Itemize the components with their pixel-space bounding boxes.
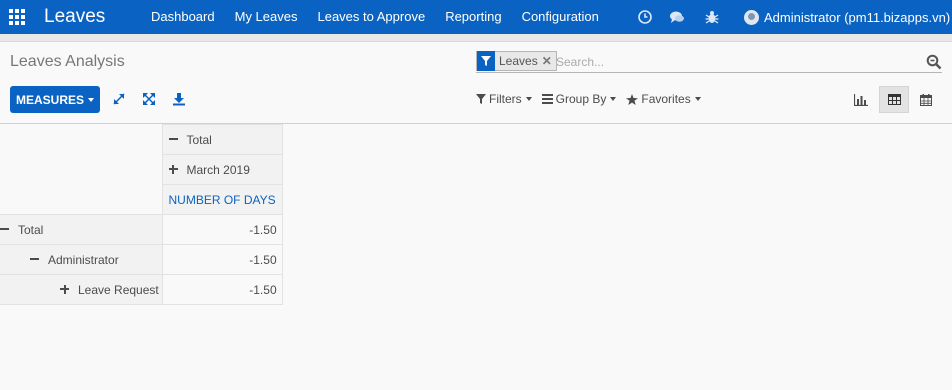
bug-icon[interactable]: [704, 9, 720, 25]
navbar-shadow: [0, 34, 952, 42]
chat-icon[interactable]: [669, 9, 685, 25]
download-icon[interactable]: [172, 92, 186, 106]
expand-all-icon[interactable]: [142, 92, 156, 106]
facet-remove-icon[interactable]: ✕: [542, 54, 556, 68]
col-header-total-label: Total: [186, 132, 212, 147]
list-icon: [541, 94, 553, 104]
caret-down-icon: [525, 97, 532, 101]
table-row: Leave Request -1.50: [0, 274, 283, 305]
expand-icon: [60, 284, 69, 294]
filters-label: Filters: [489, 92, 522, 106]
groupby-dropdown[interactable]: Group By: [541, 92, 617, 106]
expand-icon: [168, 164, 178, 174]
menu-my-leaves[interactable]: My Leaves: [225, 0, 308, 34]
menu-configuration[interactable]: Configuration: [512, 0, 609, 34]
col-header-total[interactable]: Total: [161, 124, 283, 155]
search-facet[interactable]: Leaves ✕: [476, 51, 557, 71]
avatar: [744, 9, 759, 25]
measure-header[interactable]: NUMBER OF DAYS: [161, 184, 283, 215]
user-menu[interactable]: Administrator (pm11.bizapps.vn): [744, 0, 950, 34]
main-menu: Dashboard My Leaves Leaves to Approve Re…: [141, 0, 609, 34]
facet-label: Leaves: [499, 54, 538, 68]
calendar-view-button[interactable]: [911, 86, 941, 113]
collapse-icon: [168, 135, 178, 144]
search-input[interactable]: [556, 53, 916, 71]
app-brand[interactable]: Leaves: [44, 6, 105, 28]
measures-dropdown-button[interactable]: MEASURES: [10, 86, 100, 113]
filter-icon: [476, 94, 486, 104]
col-header-month-label: March 2019: [186, 162, 250, 177]
measures-label: MEASURES: [15, 92, 84, 107]
calendar-icon: [920, 93, 932, 106]
bar-chart-icon: [854, 93, 868, 106]
row-header-label: Administrator: [48, 252, 119, 267]
collapse-icon: [30, 255, 39, 264]
search-bar: Leaves ✕: [476, 51, 942, 73]
pivot-cell[interactable]: -1.50: [161, 274, 283, 305]
table-row: Administrator -1.50: [0, 244, 283, 275]
col-header-month[interactable]: March 2019: [161, 154, 283, 185]
row-header-leave-request[interactable]: Leave Request: [0, 274, 163, 305]
top-navbar: Leaves Dashboard My Leaves Leaves to App…: [0, 0, 952, 34]
favorites-label: Favorites: [641, 92, 691, 106]
filter-icon: [477, 51, 495, 71]
groupby-label: Group By: [555, 92, 607, 106]
caret-down-icon: [610, 97, 617, 101]
user-name: Administrator (pm11.bizapps.vn): [764, 9, 951, 25]
apps-menu-icon[interactable]: [9, 9, 25, 25]
pivot-corner: [0, 124, 163, 215]
caret-down-icon: [88, 97, 94, 102]
filters-dropdown[interactable]: Filters: [476, 92, 532, 106]
pivot-view-button[interactable]: [879, 86, 909, 113]
pivot-table: Total March 2019 NUMBER OF DAYS Total -1…: [0, 124, 283, 305]
page-title: Leaves Analysis: [10, 53, 125, 70]
flip-axis-icon[interactable]: [112, 92, 126, 106]
menu-leaves-to-approve[interactable]: Leaves to Approve: [307, 0, 435, 34]
row-header-total[interactable]: Total: [0, 214, 163, 245]
clock-icon[interactable]: [637, 9, 653, 25]
star-icon: [626, 93, 639, 105]
row-header-label: Total: [18, 222, 44, 237]
search-options: Filters Group By Favorites: [476, 92, 711, 106]
table-row: Total -1.50: [0, 214, 283, 245]
table-icon: [887, 94, 901, 105]
pivot-cell[interactable]: -1.50: [161, 214, 283, 245]
menu-reporting[interactable]: Reporting: [435, 0, 511, 34]
pivot-cell[interactable]: -1.50: [161, 244, 283, 275]
caret-down-icon: [694, 97, 701, 101]
row-header-label: Leave Request: [78, 282, 159, 297]
collapse-icon: [0, 225, 9, 234]
search-icon[interactable]: [926, 54, 942, 70]
menu-dashboard[interactable]: Dashboard: [141, 0, 225, 34]
row-header-administrator[interactable]: Administrator: [0, 244, 163, 275]
favorites-dropdown[interactable]: Favorites: [626, 92, 701, 106]
graph-view-button[interactable]: [846, 86, 876, 113]
